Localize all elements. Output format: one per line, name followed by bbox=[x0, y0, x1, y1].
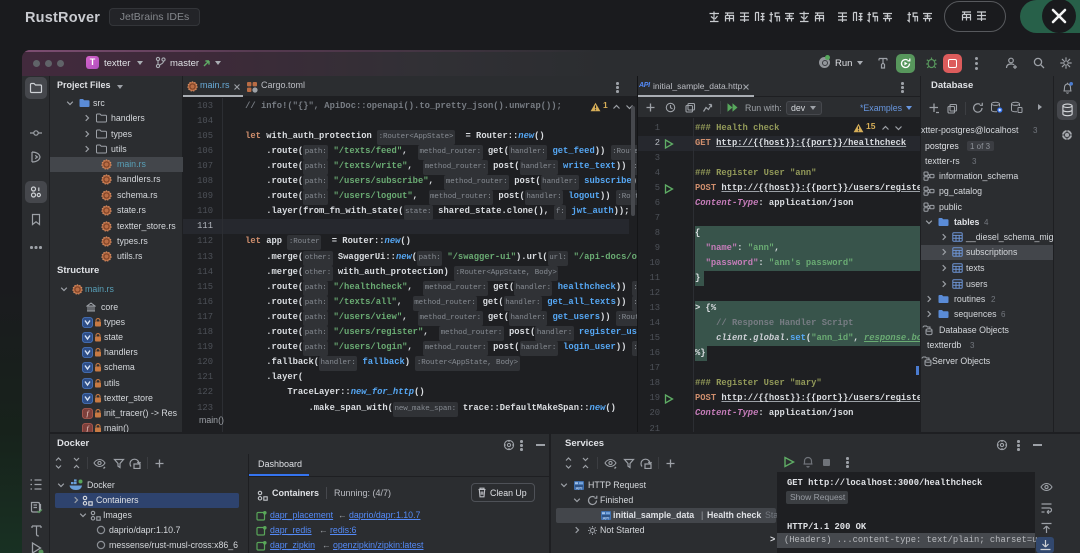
svg-text:API: API bbox=[576, 485, 582, 490]
svg-text:API: API bbox=[603, 515, 609, 520]
